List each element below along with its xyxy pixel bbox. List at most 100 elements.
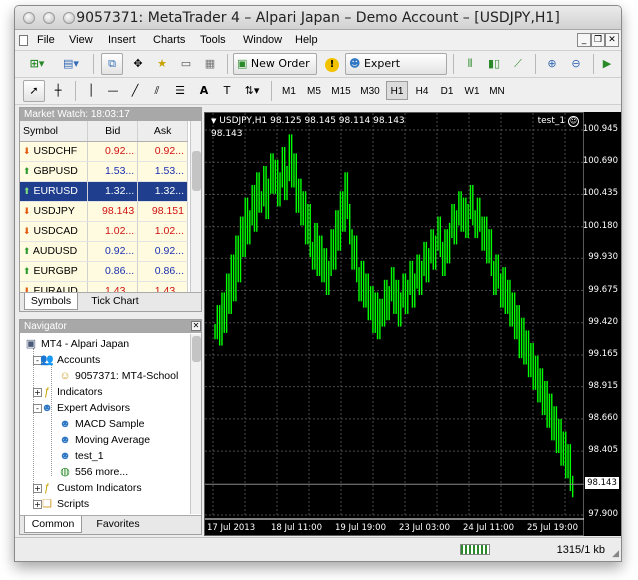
navigator-toggle[interactable]: ★ bbox=[151, 53, 173, 75]
col-symbol[interactable]: Symbol bbox=[20, 121, 89, 142]
navigator-item[interactable]: ☻ Moving Average bbox=[58, 432, 150, 448]
zoom-out-icon: ⊖ bbox=[571, 57, 581, 70]
tester-toggle[interactable]: ▦ bbox=[199, 53, 221, 75]
period-m30[interactable]: M30 bbox=[357, 81, 383, 100]
period-mn[interactable]: MN bbox=[486, 81, 508, 100]
period-m5[interactable]: M5 bbox=[303, 81, 325, 100]
autoscroll-button[interactable]: ▶ bbox=[597, 53, 617, 75]
period-h4[interactable]: H4 bbox=[411, 81, 433, 100]
equidistant-channel-tool[interactable]: ⫽ bbox=[147, 80, 167, 102]
market-watch-row[interactable]: ⬇ USDCHF 0.92... 0.92... bbox=[20, 141, 188, 162]
symbol-name: EURGBP bbox=[33, 265, 78, 277]
menu-help[interactable]: Help bbox=[295, 34, 318, 46]
crosshair-icon: ✥ bbox=[133, 57, 143, 70]
period-d1[interactable]: D1 bbox=[436, 81, 458, 100]
candles-button[interactable]: ▮▯ bbox=[483, 53, 505, 75]
period-m15[interactable]: M15 bbox=[328, 81, 354, 100]
market-watch-row[interactable]: ⬆ EURUSD 1.32... 1.32... bbox=[20, 181, 188, 202]
menu-tools[interactable]: Tools bbox=[200, 34, 226, 46]
vertical-line-tool[interactable]: │ bbox=[81, 80, 101, 102]
navigator-item[interactable]: ☻ test_1 bbox=[58, 448, 103, 464]
fibonacci-tool[interactable]: ☰ bbox=[169, 80, 191, 102]
close-icon[interactable]: ✕ bbox=[191, 321, 201, 331]
navigator-item[interactable]: ☻ MACD Sample bbox=[58, 416, 144, 432]
symbol-cell[interactable]: ⬆ EURGBP bbox=[20, 261, 89, 282]
custom-indicators-icon: ƒ bbox=[43, 482, 51, 495]
tab-common[interactable]: Common bbox=[24, 516, 82, 533]
symbol-cell[interactable]: ⬆ EURUSD bbox=[20, 181, 89, 202]
tab-tick-chart[interactable]: Tick Chart bbox=[80, 293, 150, 310]
symbol-cell[interactable]: ⬇ USDCAD bbox=[20, 221, 89, 242]
symbol-cell[interactable]: ⬇ USDCHF bbox=[20, 141, 89, 162]
tab-favorites[interactable]: Favorites bbox=[86, 516, 150, 533]
navigator-item[interactable]: ƒ Custom Indicators bbox=[40, 480, 142, 496]
navigator-item[interactable]: ❏ Scripts bbox=[40, 496, 89, 512]
symbol-cell[interactable]: ⬇ USDJPY bbox=[20, 201, 89, 222]
navigator-item[interactable]: ◍ 556 more... bbox=[58, 464, 128, 480]
price-chart[interactable] bbox=[205, 113, 585, 537]
bid-cell: 0.92... bbox=[87, 241, 139, 262]
navigator-item[interactable]: ƒ Indicators bbox=[40, 384, 103, 400]
new-chart-button[interactable]: ⊞▾ bbox=[23, 53, 51, 75]
market-watch-row[interactable]: ⬇ EURAUD 1.43... 1.43... bbox=[20, 281, 188, 292]
resize-grip-icon[interactable]: ◢ bbox=[612, 548, 619, 559]
mdi-restore-button[interactable]: ❐ bbox=[591, 33, 605, 47]
col-bid[interactable]: Bid bbox=[87, 121, 139, 142]
chart-area[interactable]: ▼ USDJPY,H1 98.125 98.145 98.114 98.143 … bbox=[204, 112, 585, 537]
bid-cell: 1.32... bbox=[87, 181, 139, 202]
col-ask[interactable]: Ask bbox=[137, 121, 188, 142]
horizontal-line-tool[interactable]: — bbox=[103, 80, 123, 102]
accounts-icon: 👥 bbox=[40, 354, 54, 367]
navigator-panel: Navigator ✕ ▣ MT4 - Alpari Japan - 👥 Account… bbox=[19, 319, 202, 535]
document-icon bbox=[19, 35, 28, 46]
terminal-toggle[interactable]: ▭ bbox=[175, 53, 197, 75]
tab-symbols[interactable]: Symbols bbox=[24, 293, 78, 310]
symbol-cell[interactable]: ⬆ GBPUSD bbox=[20, 161, 89, 182]
symbol-cell[interactable]: ⬇ EURAUD bbox=[20, 281, 89, 292]
navigator-item[interactable]: ☺ 9057371: MT4-School bbox=[58, 368, 178, 384]
crosshair-tool[interactable]: ┼ bbox=[47, 80, 69, 102]
trendline-tool[interactable]: ╱ bbox=[125, 80, 145, 102]
scroll-thumb[interactable] bbox=[192, 336, 201, 362]
market-watch-row[interactable]: ⬆ EURGBP 0.86... 0.86... bbox=[20, 261, 188, 282]
navigator-item[interactable]: 👥 Accounts bbox=[40, 352, 100, 368]
expert-advisors-button[interactable]: ☻ Expert Advisors bbox=[345, 53, 447, 90]
profiles-button[interactable]: ▤▾ bbox=[57, 53, 85, 75]
navigator-scrollbar[interactable] bbox=[190, 334, 201, 514]
market-watch-row[interactable]: ⬆ GBPUSD 1.53... 1.53... bbox=[20, 161, 188, 182]
scroll-thumb[interactable] bbox=[192, 151, 201, 191]
time-axis-label: 23 Jul 03:00 bbox=[399, 523, 450, 533]
menu-charts[interactable]: Charts bbox=[153, 34, 185, 46]
navigator-item[interactable]: ▣ MT4 - Alpari Japan bbox=[24, 336, 129, 352]
menu-view[interactable]: View bbox=[69, 34, 93, 46]
navigator-item[interactable]: ☻ Expert Advisors bbox=[40, 400, 130, 416]
alert-button[interactable]: ! bbox=[321, 53, 343, 75]
text-label-tool[interactable]: T bbox=[217, 80, 237, 102]
market-watch-row[interactable]: ⬇ USDJPY 98.143 98.151 bbox=[20, 201, 188, 222]
period-w1[interactable]: W1 bbox=[461, 81, 483, 100]
menu-window[interactable]: Window bbox=[243, 34, 282, 46]
market-watch-row[interactable]: ⬆ AUDUSD 0.92... 0.92... bbox=[20, 241, 188, 262]
period-m1[interactable]: M1 bbox=[278, 81, 300, 100]
zoom-in-button[interactable]: ⊕ bbox=[541, 53, 563, 75]
symbol-cell[interactable]: ⬆ AUDUSD bbox=[20, 241, 89, 262]
market-watch-toggle[interactable]: ⧉ bbox=[101, 53, 123, 75]
period-h1[interactable]: H1 bbox=[386, 81, 408, 100]
channel-icon: ⫽ bbox=[154, 84, 160, 97]
menu-insert[interactable]: Insert bbox=[108, 34, 136, 46]
new-order-button[interactable]: ▣ New Order bbox=[233, 53, 317, 75]
arrows-tool[interactable]: ⇅▾ bbox=[239, 80, 265, 102]
new-order-icon: ▣ bbox=[237, 57, 248, 70]
cursor-tool[interactable]: ➚ bbox=[23, 80, 45, 102]
zoom-out-button[interactable]: ⊖ bbox=[565, 53, 587, 75]
text-tool[interactable]: A bbox=[193, 80, 215, 102]
text-label-icon: T bbox=[223, 84, 231, 97]
line-chart-button[interactable]: ⟋ bbox=[507, 53, 529, 75]
menu-file[interactable]: File bbox=[37, 34, 55, 46]
market-watch-scrollbar[interactable] bbox=[190, 121, 201, 292]
data-window-toggle[interactable]: ✥ bbox=[127, 53, 149, 75]
mdi-close-button[interactable]: ✕ bbox=[605, 33, 619, 47]
bar-chart-button[interactable]: ⫴ bbox=[459, 53, 481, 75]
mdi-minimize-button[interactable]: _ bbox=[577, 33, 591, 47]
market-watch-row[interactable]: ⬇ USDCAD 1.02... 1.02... bbox=[20, 221, 188, 242]
